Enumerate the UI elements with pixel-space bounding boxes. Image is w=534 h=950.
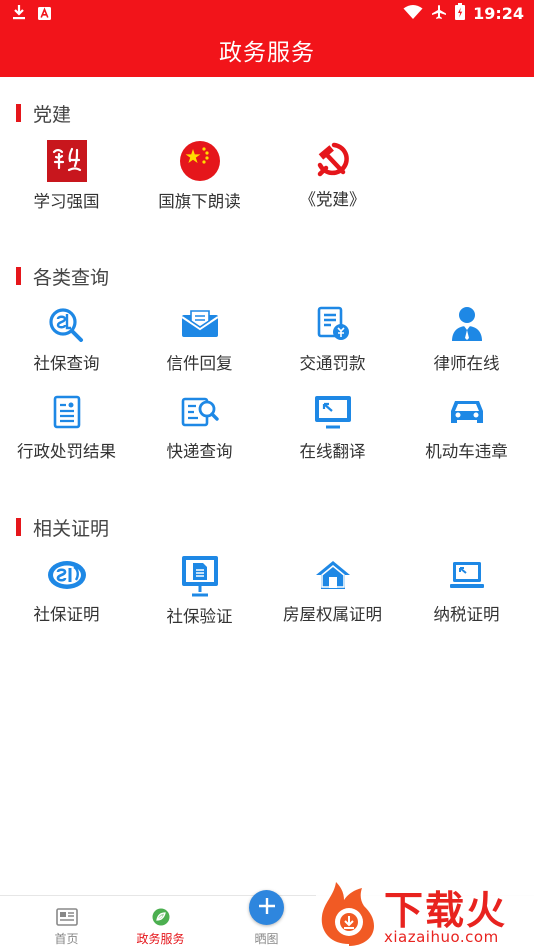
section-title: 各类查询 [33,266,110,289]
leaf-icon [152,896,170,926]
status-bar: 19:24 [0,0,534,28]
battery-icon [455,3,466,24]
grid-item-social-security-certificate[interactable]: 社保证明 [0,555,133,625]
parcel-search-icon [181,392,219,432]
grid-item-label: 国旗下朗读 [158,192,241,211]
display-stand-icon [180,555,220,597]
tab-label: 政务服务 [136,932,185,946]
app-header: 19:24 政务服务 [0,0,534,77]
grid-item-vehicle-violation[interactable]: 机动车违章 [400,392,533,462]
section-marker [16,267,21,285]
grid-item-label: 纳税证明 [433,605,500,624]
grid-item-house-ownership[interactable]: 房屋权属证明 [266,555,399,625]
grid-item-label: 快递查询 [166,442,233,461]
grid-item-label: 在线翻译 [299,442,366,461]
section-party-building: 党建 [0,101,534,126]
grid-item-social-security-query[interactable]: 社保查询 [0,304,133,374]
airplane-icon [431,4,447,24]
grid-item-online-translate[interactable]: 在线翻译 [266,392,399,462]
section-marker [16,104,21,122]
section-title: 相关证明 [33,517,110,540]
section-queries: 各类查询 [0,264,534,289]
laptop-icon [449,555,484,595]
fine-document-icon [315,304,351,344]
grid-item-flag-reading[interactable]: 国旗下朗读 [133,140,266,211]
grid-item-lawyer-online[interactable]: 律师在线 [400,304,533,374]
car-icon [449,392,485,432]
wifi-icon [403,4,423,24]
si-logo-icon [46,555,88,595]
grid-item-xuexi-qiangguo[interactable]: 学习强国 [0,140,133,211]
grid-item-label: 交通罚款 [299,354,366,373]
china-flag-icon [179,140,221,182]
clock-time: 19:24 [473,4,524,23]
grid-item-label: 行政处罚结果 [17,442,116,461]
download-icon [12,4,26,24]
grid-item-label: 信件回复 [166,354,233,373]
grid-item-tax-certificate[interactable]: 纳税证明 [400,555,533,625]
section-marker [16,518,21,536]
watermark-url: xiazaihuo.com [384,928,499,946]
grid-item-label: 律师在线 [433,354,500,373]
envelope-icon [180,304,219,344]
add-post-button[interactable] [249,890,284,925]
social-security-search-icon [47,304,87,344]
newspaper-icon [55,896,78,926]
grid-item-social-security-verify[interactable]: 社保验证 [133,555,266,626]
grid-item-traffic-fine[interactable]: 交通罚款 [266,304,399,374]
tab-label: 晒图 [254,932,279,946]
grid-item-label: 社保验证 [166,607,233,626]
grid-item-party-magazine[interactable]: 《党建》 [266,140,399,210]
grid-item-label: 机动车违章 [425,442,508,461]
page-title: 政务服务 [219,40,315,66]
house-icon [314,555,352,595]
document-icon [53,392,81,432]
flame-logo-icon [316,878,382,950]
grid-item-label: 社保证明 [33,605,100,624]
tab-label: 首页 [54,932,79,946]
monitor-icon [314,392,352,432]
grid-item-express-query[interactable]: 快递查询 [133,392,266,462]
section-certificates: 相关证明 [0,515,534,540]
section-title: 党建 [33,103,72,126]
grid-item-label: 《党建》 [299,190,366,209]
notification-a-icon [38,5,51,24]
grid-item-admin-penalty[interactable]: 行政处罚结果 [0,392,133,462]
grid-item-label: 社保查询 [33,354,100,373]
watermark: 下载火 xiazaihuo.com [316,876,534,950]
xuexi-logo-icon [46,140,87,182]
grid-item-letter-reply[interactable]: 信件回复 [133,304,266,374]
plus-icon [258,897,276,919]
hammer-sickle-icon [314,140,352,180]
grid-item-label: 房屋权属证明 [283,605,382,624]
lawyer-icon [450,304,484,344]
grid-item-label: 学习强国 [33,192,100,211]
